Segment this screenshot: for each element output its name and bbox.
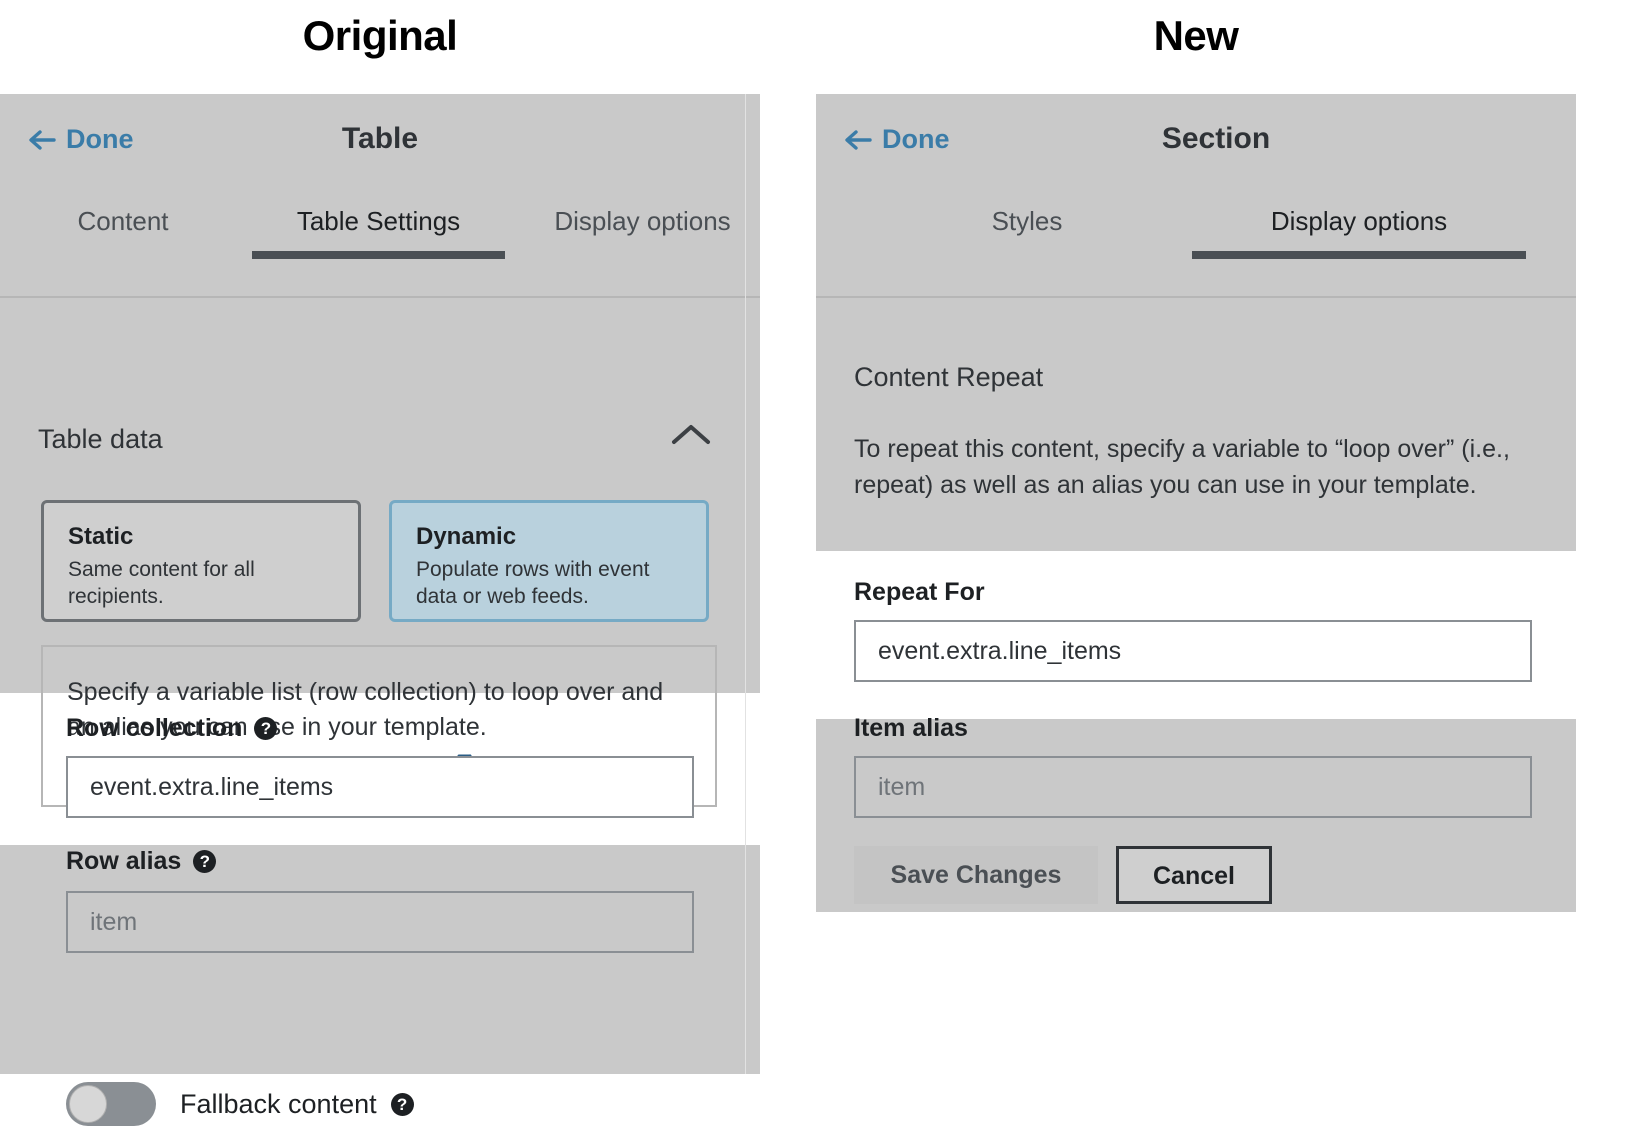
original-panel-title: Table — [341, 122, 419, 155]
item-alias-label: Item alias — [854, 714, 968, 742]
original-panel-tabs: Content Table Settings Display options — [0, 206, 760, 298]
repeat-for-label-group: Repeat For — [854, 578, 985, 607]
tab-table-settings-label: Table Settings — [296, 206, 461, 236]
toggle-knob — [69, 1085, 107, 1123]
row-collection-label-group: Row collection ? — [66, 714, 278, 743]
new-panel-tabs: Styles Display options — [816, 206, 1576, 298]
data-mode-card-dynamic-title: Dynamic — [416, 523, 517, 550]
row-alias-label: Row alias — [66, 847, 182, 875]
repeat-for-input[interactable] — [854, 620, 1532, 682]
fallback-content-label: Fallback content — [180, 1088, 377, 1119]
row-alias-label-group: Row alias ? — [66, 847, 217, 876]
tab-content[interactable]: Content — [38, 206, 208, 251]
tab-display-options[interactable]: Display options — [520, 206, 765, 251]
data-mode-card-static-title: Static — [68, 523, 134, 550]
fallback-content-toggle[interactable] — [66, 1082, 156, 1126]
caption-original: Original — [302, 12, 458, 59]
tab-display-options[interactable]: Display options — [1192, 206, 1526, 259]
save-changes-button[interactable]: Save Changes — [854, 846, 1098, 904]
tab-table-settings[interactable]: Table Settings — [252, 206, 505, 259]
cancel-button[interactable]: Cancel — [1116, 846, 1272, 904]
tabs-divider — [816, 296, 1576, 298]
tab-underline — [1192, 251, 1526, 259]
original-panel-header: Done Table — [0, 94, 760, 206]
tab-underline — [252, 251, 505, 259]
repeat-for-label: Repeat For — [854, 578, 985, 606]
data-mode-card-static[interactable]: Static Same content for all recipients. — [41, 500, 361, 622]
row-alias-input[interactable] — [66, 891, 694, 953]
panel-inner-divider — [745, 94, 746, 1074]
table-data-section-title: Table data — [38, 424, 163, 454]
tab-styles[interactable]: Styles — [942, 206, 1112, 251]
row-collection-input[interactable] — [66, 756, 694, 818]
content-repeat-description: To repeat this content, specify a variab… — [854, 435, 1510, 499]
help-circle-icon[interactable]: ? — [254, 717, 278, 740]
data-mode-card-static-description: Same content for all recipients. — [68, 558, 255, 608]
help-circle-icon[interactable]: ? — [390, 1092, 414, 1116]
form-action-buttons: Save Changes Cancel — [854, 846, 1272, 904]
fallback-content-label-group: Fallback content ? — [180, 1089, 414, 1120]
tab-content-label: Content — [77, 206, 169, 236]
row-collection-label: Row collection — [66, 714, 243, 742]
item-alias-label-group: Item alias — [854, 714, 968, 743]
tab-styles-label: Styles — [991, 206, 1063, 236]
table-data-mode-cards: Static Same content for all recipients. … — [41, 500, 709, 622]
help-circle-icon[interactable]: ? — [193, 850, 217, 873]
tab-display-options-label: Display options — [554, 206, 731, 236]
content-repeat-title: Content Repeat — [854, 362, 1044, 392]
caption-new: New — [1153, 12, 1239, 59]
data-mode-card-dynamic[interactable]: Dynamic Populate rows with event data or… — [389, 500, 709, 622]
chevron-up-icon[interactable] — [668, 420, 714, 455]
data-mode-card-dynamic-description: Populate rows with event data or web fee… — [416, 558, 650, 608]
item-alias-input[interactable] — [854, 756, 1532, 818]
tab-display-options-label: Display options — [1270, 206, 1448, 236]
new-panel-header: Done Section — [816, 94, 1576, 206]
new-panel: Done Section Styles Display options Cont… — [816, 94, 1576, 912]
fallback-content-row: Fallback content ? — [66, 1082, 414, 1126]
original-panel: Done Table Content Table Settings Displa… — [0, 94, 760, 1126]
tabs-divider — [0, 296, 760, 298]
new-panel-title: Section — [1161, 122, 1271, 155]
